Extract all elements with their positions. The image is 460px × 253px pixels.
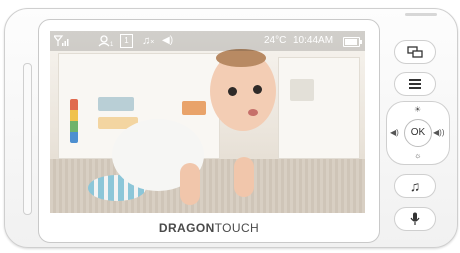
cabinet bbox=[278, 57, 360, 159]
baby-arm bbox=[180, 163, 200, 205]
storage-box bbox=[98, 97, 134, 111]
menu-icon bbox=[409, 79, 421, 89]
status-bar: 1 1 ♫× ◀) 24°C 10:44AM bbox=[50, 31, 365, 51]
music-off-icon: ♫× bbox=[142, 35, 155, 47]
brightness-down-icon[interactable]: ☼ bbox=[414, 152, 421, 160]
brand-logo-part2: TOUCH bbox=[214, 221, 260, 235]
lullaby-music-button[interactable]: ♫ bbox=[394, 174, 436, 198]
storage-box bbox=[290, 79, 314, 101]
volume-down-icon[interactable]: ◀) bbox=[390, 129, 399, 137]
talk-button[interactable] bbox=[394, 207, 436, 231]
volume-icon: ◀) bbox=[162, 35, 174, 46]
battery-level-fill bbox=[345, 39, 357, 45]
baby-eye bbox=[253, 85, 262, 94]
switch-screen-button[interactable] bbox=[394, 40, 436, 64]
top-notch bbox=[405, 13, 437, 16]
lullaby-music-icon: ♫ bbox=[409, 178, 421, 194]
stacking-toy bbox=[70, 99, 78, 143]
talk-microphone-icon bbox=[410, 212, 420, 225]
camera-view: 1 1 ♫× ◀) 24°C 10:44AM bbox=[50, 31, 365, 213]
brightness-up-icon[interactable]: ☀ bbox=[414, 106, 421, 114]
volume-up-icon[interactable]: ◀)) bbox=[433, 129, 444, 137]
navigation-pad: ☀ ☼ ◀) ◀)) OK bbox=[386, 101, 450, 165]
switch-screen-icon bbox=[407, 46, 423, 58]
battery-icon bbox=[343, 37, 362, 47]
camera-number-icon: 1 bbox=[120, 34, 133, 48]
brand-logo: DRAGONTOUCH bbox=[150, 221, 268, 235]
svg-text:1: 1 bbox=[110, 42, 114, 47]
baby-hair bbox=[216, 49, 266, 67]
temperature-readout: 24°C bbox=[264, 35, 287, 46]
menu-button[interactable] bbox=[394, 72, 436, 96]
signal-icon bbox=[54, 35, 69, 46]
baby-arm bbox=[234, 157, 254, 197]
storage-box bbox=[182, 101, 206, 115]
ok-button[interactable]: OK bbox=[404, 119, 432, 147]
baby-eye bbox=[228, 87, 237, 96]
camera-person-icon: 1 bbox=[98, 35, 114, 47]
clock-time: 10:44AM bbox=[293, 35, 334, 46]
brand-logo-part1: DRAGON bbox=[158, 221, 215, 235]
baby-mouth bbox=[248, 109, 258, 116]
side-speaker-slot bbox=[23, 63, 32, 215]
